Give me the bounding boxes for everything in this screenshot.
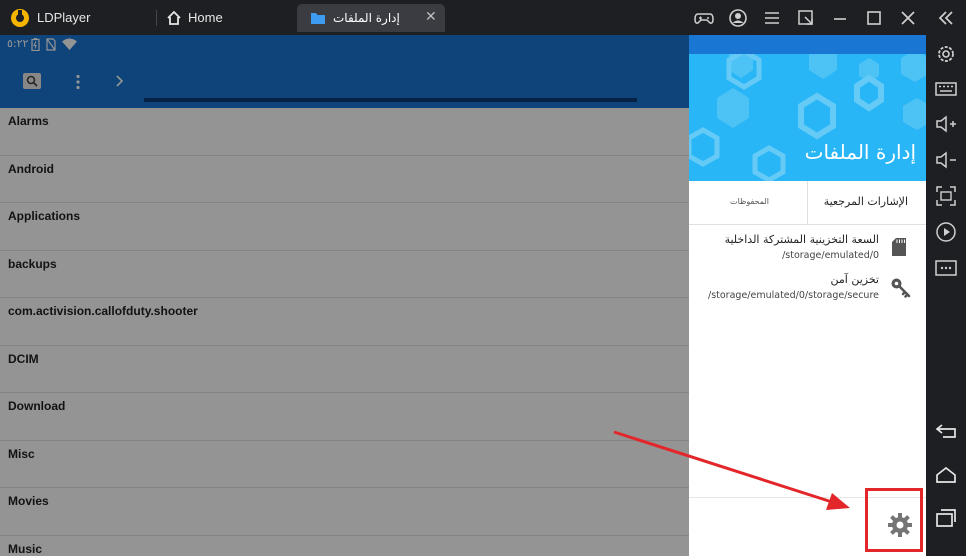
annotation-highlight-box [865, 488, 923, 552]
annotation-arrow [613, 430, 850, 510]
